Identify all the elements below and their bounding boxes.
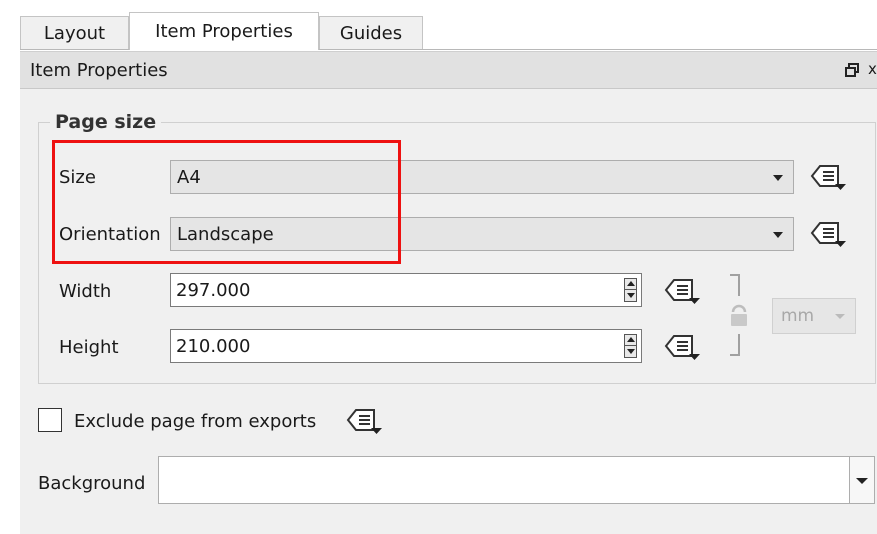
chevron-down-icon [773,175,783,181]
stepper-down-icon[interactable] [627,293,635,298]
panel-header: Item Properties [20,51,877,89]
tab-item-properties[interactable]: Item Properties [129,12,319,50]
float-panel-icon[interactable] [845,63,859,77]
group-title: Page size [50,111,162,133]
tab-guides[interactable]: Guides [319,16,423,49]
height-value: 210.000 [176,335,251,357]
tab-label: Guides [339,22,403,44]
tab-label: Item Properties [155,21,293,42]
data-defined-override-icon[interactable] [806,219,846,249]
highlight-box [52,140,401,264]
exclude-page-checkbox[interactable] [38,408,62,432]
width-spinbox[interactable]: 297.000 [170,273,642,307]
lock-ratio-icon[interactable] [724,272,754,358]
background-label: Background [38,473,146,494]
stepper-up-icon[interactable] [627,337,635,342]
width-value: 297.000 [176,279,251,301]
background-symbol-button[interactable] [158,456,875,504]
close-icon[interactable]: x [868,60,877,78]
height-spinbox[interactable]: 210.000 [170,329,642,363]
chevron-down-icon [773,232,783,238]
data-defined-override-icon[interactable] [342,406,382,436]
width-label: Width [59,281,112,302]
chevron-down-icon [835,314,845,319]
height-label: Height [59,337,119,358]
tab-label: Layout [43,22,106,44]
data-defined-override-icon[interactable] [660,332,700,362]
height-stepper[interactable] [624,334,637,358]
background-dropdown-button[interactable] [849,457,874,503]
width-stepper[interactable] [624,278,637,302]
data-defined-override-icon[interactable] [806,162,846,192]
stepper-down-icon[interactable] [627,349,635,354]
stepper-up-icon[interactable] [627,281,635,286]
unit-value: mm [781,306,815,326]
tab-bar: Layout Item Properties Guides [0,0,877,50]
unit-combo[interactable]: mm [772,298,856,334]
chevron-down-icon [856,478,868,484]
exclude-page-label: Exclude page from exports [74,411,317,432]
panel-title: Item Properties [30,59,168,81]
tab-layout[interactable]: Layout [20,16,129,49]
data-defined-override-icon[interactable] [660,276,700,306]
